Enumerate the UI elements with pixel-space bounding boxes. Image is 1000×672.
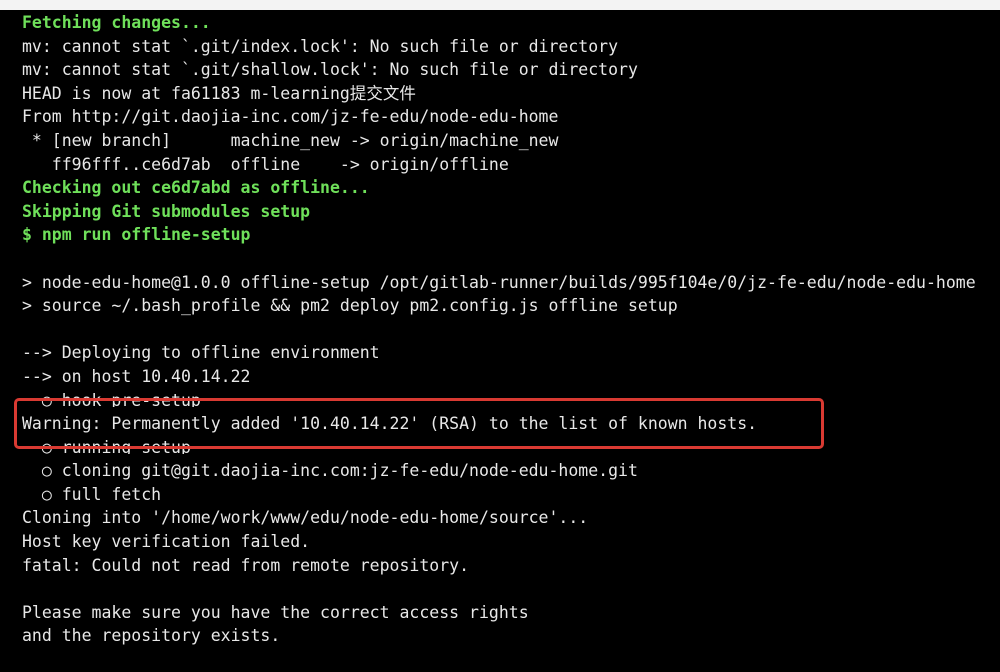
terminal-line-step: ○ running setup xyxy=(22,437,191,454)
terminal-line-step: ○ cloning git@git.daojia-inc.com:jz-fe-e… xyxy=(22,461,638,481)
terminal-line-status: Checking out ce6d7abd as offline... xyxy=(22,178,370,198)
terminal-line-step: ○ full fetch xyxy=(22,484,162,504)
terminal-line-head: HEAD is now at fa61183 m-learning提交文件 xyxy=(22,83,416,103)
terminal-line-hint: Please make sure you have the correct ac… xyxy=(22,602,529,622)
terminal-line-error: fatal: Could not read from remote reposi… xyxy=(22,555,470,575)
terminal-output[interactable]: Fetching changes... mv: cannot stat `.gi… xyxy=(0,10,1000,672)
terminal-line-branch: * [new branch] machine_new -> origin/mac… xyxy=(22,130,559,150)
terminal-line-error: mv: cannot stat `.git/shallow.lock': No … xyxy=(22,60,638,80)
terminal-line-blank xyxy=(22,318,976,342)
terminal-line-script: > node-edu-home@1.0.0 offline-setup /opt… xyxy=(22,272,976,292)
terminal-line-step: ○ hook pre-setup xyxy=(22,390,201,407)
window-top-strip xyxy=(0,0,1000,10)
terminal-line-deploy: --> Deploying to offline environment xyxy=(22,343,380,363)
terminal-line-warning: Warning: Permanently added '10.40.14.22'… xyxy=(22,414,758,434)
terminal-line-error: mv: cannot stat `.git/index.lock': No su… xyxy=(22,36,619,56)
terminal-line-hint: and the repository exists. xyxy=(22,626,281,646)
terminal-lines: Fetching changes... mv: cannot stat `.gi… xyxy=(22,11,976,648)
terminal-line-blank xyxy=(22,577,976,601)
terminal-line-clone: Cloning into '/home/work/www/edu/node-ed… xyxy=(22,508,589,528)
terminal-line-fetch-source: From http://git.daojia-inc.com/jz-fe-edu… xyxy=(22,107,559,127)
terminal-line-status: Skipping Git submodules setup xyxy=(22,201,311,221)
terminal-line-script: > source ~/.bash_profile && pm2 deploy p… xyxy=(22,296,678,316)
terminal-line-status: Fetching changes... xyxy=(22,13,211,32)
terminal-line-error: Host key verification failed. xyxy=(22,532,311,552)
terminal-line-command: $ npm run offline-setup xyxy=(22,225,251,245)
terminal-line-deploy: --> on host 10.40.14.22 xyxy=(22,366,251,386)
terminal-line-blank xyxy=(22,247,976,271)
terminal-line-branch: ff96fff..ce6d7ab offline -> origin/offli… xyxy=(22,154,509,174)
